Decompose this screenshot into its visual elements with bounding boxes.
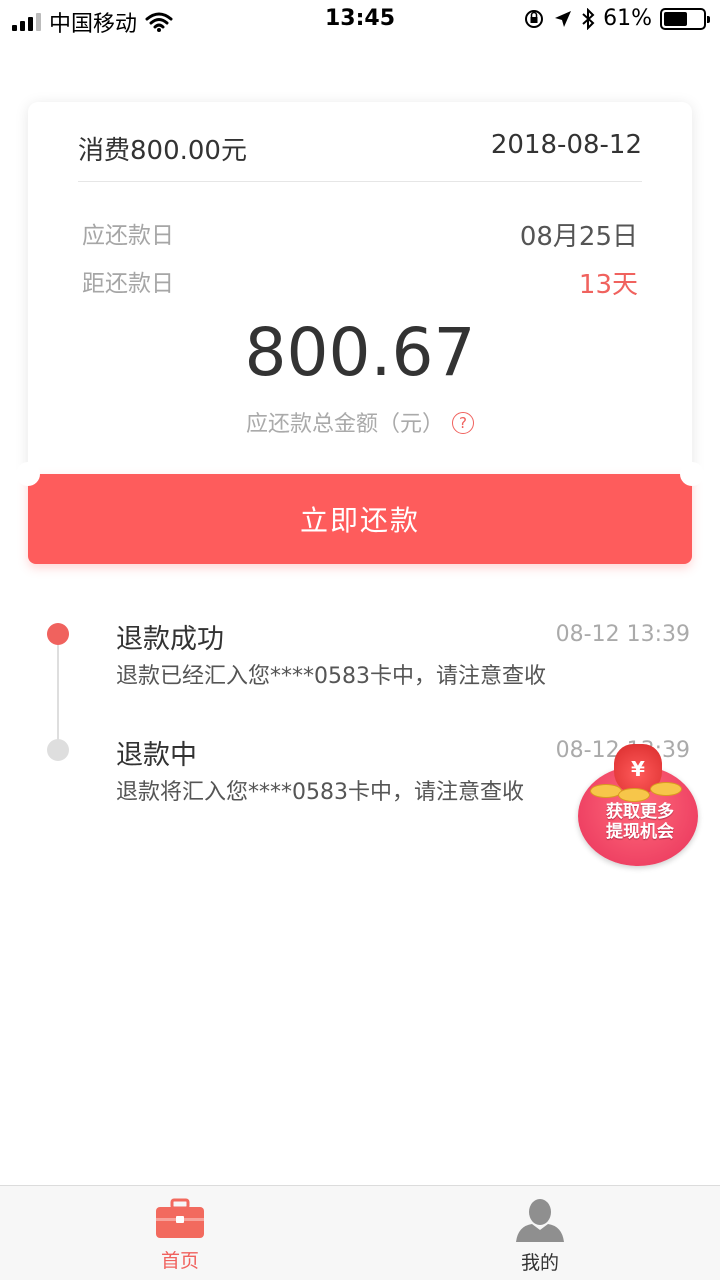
promo-float-button[interactable]: ¥ 获取更多 提现机会 — [578, 744, 702, 868]
due-date-label: 应还款日 — [82, 223, 174, 249]
total-amount: 800.67 — [244, 314, 476, 391]
promo-text: 获取更多 提现机会 — [584, 802, 696, 842]
bill-header: 消费800.00元 2018-08-12 — [78, 130, 642, 182]
status-bar: 中国移动 13:45 61% — [0, 0, 720, 40]
tab-mine-label: 我的 — [520, 1252, 559, 1274]
coins-icon — [588, 778, 688, 802]
status-right: 61% — [523, 6, 710, 31]
days-remaining-label: 距还款日 — [82, 271, 174, 297]
rotation-lock-icon — [525, 9, 544, 28]
timeline-time: 08-12 13:39 — [555, 622, 690, 647]
total-amount-label: 应还款总金额（元） — [245, 412, 444, 437]
bill-date: 2018-08-12 — [490, 130, 642, 160]
card-notch-left — [16, 462, 40, 486]
promo-line1: 获取更多 — [606, 802, 674, 822]
tab-home-label: 首页 — [160, 1250, 199, 1272]
total-amount-label-row: 应还款总金额（元）? — [28, 406, 692, 438]
timeline-desc: 退款已经汇入您****0583卡中，请注意查收 — [116, 664, 546, 689]
tab-home[interactable]: 首页 — [0, 1186, 360, 1280]
repay-now-button[interactable]: 立即还款 — [28, 474, 692, 564]
due-date-value: 08月25日 — [519, 222, 638, 252]
bill-card: 消费800.00元 2018-08-12 应还款日 08月25日 距还款日 13… — [28, 102, 692, 480]
status-dot-icon — [47, 739, 69, 761]
days-remaining-row: 距还款日 13天 — [82, 264, 638, 301]
timeline-title: 退款中 — [116, 740, 197, 771]
battery-level — [664, 11, 688, 26]
tab-bar: 首页 我的 — [0, 1185, 720, 1280]
timeline-title: 退款成功 — [116, 624, 224, 655]
question-circle-icon[interactable]: ? — [452, 412, 474, 434]
page: 中国移动 13:45 61% 消费800.00元 2018-08-12 应还款日… — [0, 0, 720, 1280]
battery-percent: 61% — [603, 6, 652, 31]
status-dot-icon — [47, 623, 69, 645]
tab-mine[interactable]: 我的 — [360, 1186, 720, 1280]
timeline-desc: 退款将汇入您****0583卡中，请注意查收 — [116, 780, 524, 805]
briefcase-icon — [156, 1198, 204, 1238]
timeline-connector — [57, 645, 59, 745]
user-icon — [516, 1199, 564, 1242]
bluetooth-icon — [582, 7, 595, 30]
due-date-row: 应还款日 08月25日 — [82, 216, 638, 253]
bill-title: 消费800.00元 — [78, 136, 247, 166]
card-notch-right — [680, 462, 704, 486]
promo-line2: 提现机会 — [606, 822, 674, 842]
location-arrow-icon — [555, 10, 572, 27]
battery-icon — [660, 7, 710, 30]
days-remaining-value: 13天 — [578, 270, 638, 300]
